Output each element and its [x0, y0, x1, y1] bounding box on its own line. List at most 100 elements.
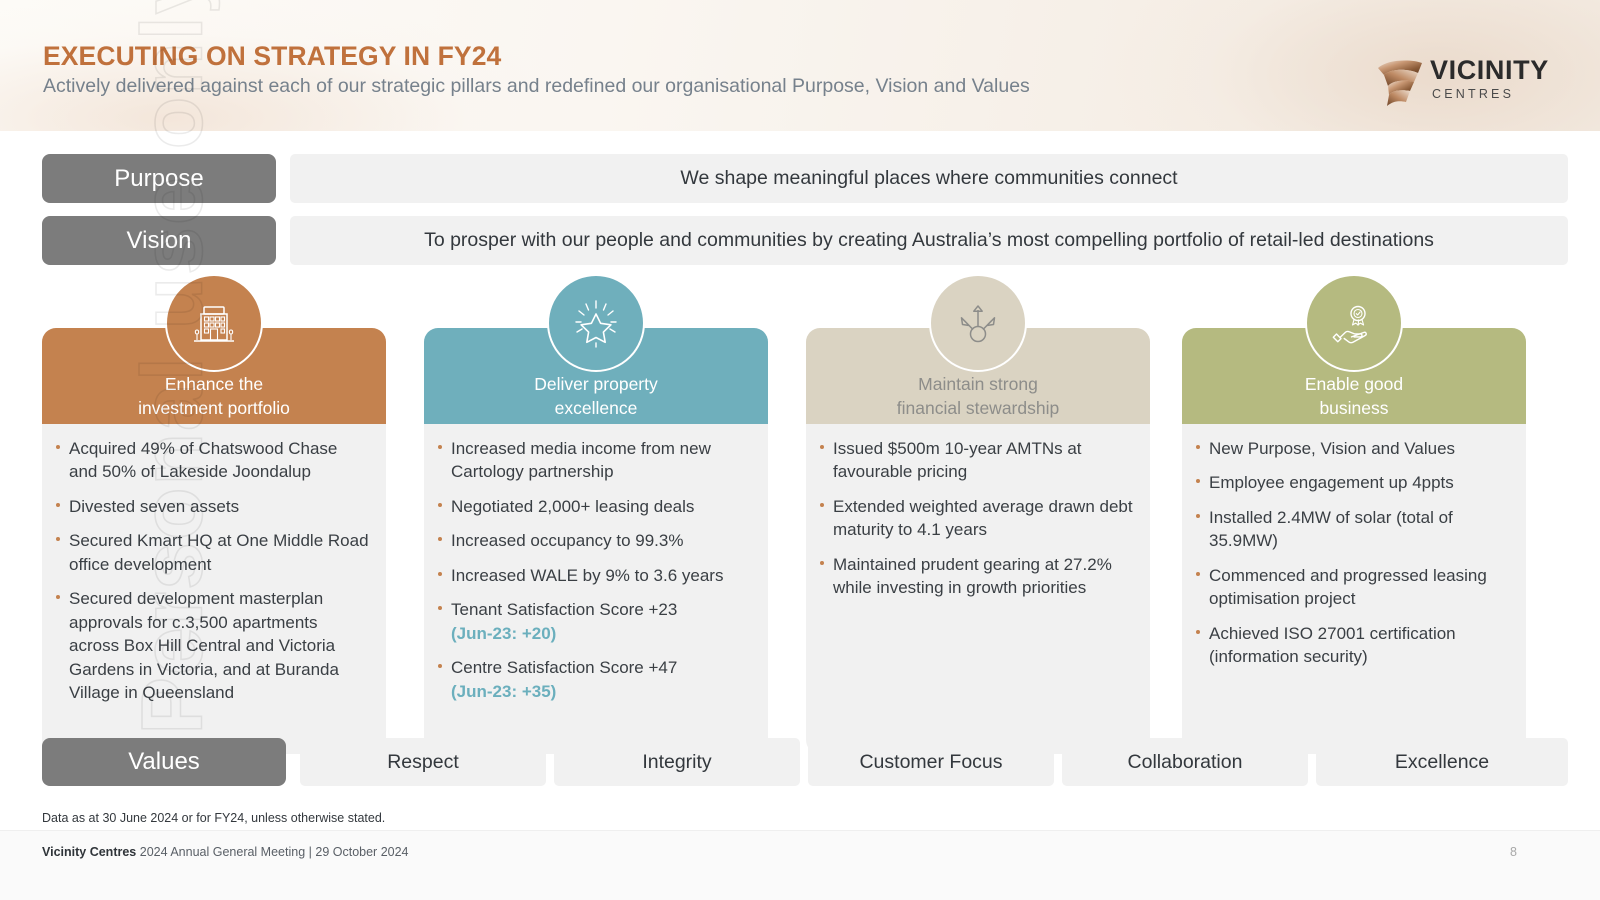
pillar-header: Maintain strong financial stewardship — [806, 274, 1150, 424]
pillar-title-line1: Enhance the — [164, 374, 264, 394]
list-item-text: Increased WALE by 9% to 3.6 years — [451, 565, 724, 585]
list-item: Centre Satisfaction Score +47 (Jun-23: +3… — [436, 656, 752, 703]
list-item: Commenced and progressed leasing optimis… — [1194, 564, 1510, 611]
pillar-body: Acquired 49% of Chatswood Chase and 50% … — [42, 424, 386, 754]
list-item-text: Increased media income from new Cartolog… — [451, 439, 711, 482]
bullet-dot — [1196, 479, 1200, 484]
list-item-text: Maintained prudent gearing at 27.2% whil… — [833, 554, 1112, 598]
hand-award-icon — [1305, 274, 1403, 372]
list-item-text: Divested seven assets — [69, 496, 240, 516]
pillar-body: Issued $500m 10-year AMTNs at favourable… — [806, 424, 1150, 754]
purpose-label: Purpose — [42, 154, 276, 203]
pillar-title-line1: Deliver property — [534, 374, 658, 394]
list-item: Secured development masterplan approvals… — [54, 587, 370, 704]
pillar-deliver-property-excellence: Deliver property excellence Increased me… — [424, 274, 768, 754]
footer-meeting: 2024 Annual General Meeting — [139, 845, 306, 859]
list-item: Increased occupancy to 99.3% — [436, 529, 752, 552]
list-item: Achieved ISO 27001 certification (inform… — [1194, 622, 1510, 669]
list-item-text: Achieved ISO 27001 certification (inform… — [1209, 623, 1456, 667]
footer-separator: | — [308, 845, 312, 859]
logo-wordmark: VICINITY — [1430, 55, 1549, 85]
list-item-note: (Jun-23: +35) — [451, 681, 557, 701]
list-item-text: Secured Kmart HQ at One Middle Road offi… — [69, 531, 369, 574]
list-item: New Purpose, Vision and Values — [1194, 437, 1510, 460]
list-item-text: Acquired 49% of Chatswood Chase and 50% … — [69, 439, 338, 482]
bullet-dot — [438, 571, 442, 576]
list-item: Acquired 49% of Chatswood Chase and 50% … — [54, 437, 370, 484]
bullet-dot — [820, 445, 824, 449]
pillar-title-line2: investment portfolio — [138, 397, 290, 418]
page-subtitle: Actively delivered against each of our s… — [43, 75, 1030, 97]
pillar-title-line1: Maintain strong — [918, 374, 1038, 394]
list-item: Divested seven assets — [54, 495, 370, 518]
list-item-text: Installed 2.4MW of solar (total of 35.9M… — [1209, 507, 1453, 551]
pillar-header: Enable good business — [1182, 274, 1526, 424]
purpose-statement: We shape meaningful places where communi… — [290, 154, 1568, 203]
footer-bar — [0, 830, 1600, 900]
bullet-dot — [56, 595, 60, 600]
list-item: Installed 2.4MW of solar (total of 35.9M… — [1194, 506, 1510, 553]
list-item: Increased WALE by 9% to 3.6 years — [436, 564, 752, 587]
list-item: Employee engagement up 4ppts — [1194, 471, 1510, 494]
pillar-maintain-financial-stewardship: Maintain strong financial stewardship Is… — [806, 274, 1150, 754]
list-item: Increased media income from new Cartolog… — [436, 437, 752, 484]
list-item: Issued $500m 10-year AMTNs at favourable… — [818, 437, 1134, 484]
list-item-text: Increased occupancy to 99.3% — [451, 531, 684, 551]
list-item-text: Centre Satisfaction Score +47 — [451, 658, 678, 678]
logo-subword: CENTRES — [1432, 87, 1515, 101]
slide-header: EXECUTING ON STRATEGY IN FY24 Actively d… — [0, 0, 1600, 131]
bullet-dot — [56, 445, 60, 449]
list-item-text: Commenced and progressed leasing optimis… — [1209, 565, 1487, 609]
pillar-header: Deliver property excellence — [424, 274, 768, 424]
list-item-text: Employee engagement up 4ppts — [1209, 473, 1454, 493]
bullet-dot — [1196, 571, 1200, 576]
list-item-text: New Purpose, Vision and Values — [1209, 439, 1456, 458]
bullet-dot — [438, 606, 442, 611]
footnote: Data as at 30 June 2024 or for FY24, unl… — [42, 811, 386, 825]
pillar-title-line2: financial stewardship — [896, 397, 1060, 418]
pillar-header: Enhance the investment portfolio — [42, 274, 386, 424]
list-item-text: Extended weighted average drawn debt mat… — [833, 496, 1133, 540]
bullet-dot — [1196, 445, 1200, 449]
value-chip-integrity: Integrity — [554, 738, 800, 786]
list-item: Negotiated 2,000+ leasing deals — [436, 495, 752, 518]
vision-row: Vision To prosper with our people and co… — [42, 216, 1568, 265]
pillar-title-line2: business — [1319, 397, 1389, 418]
pillar-enhance-investment-portfolio: Enhance the investment portfolio Acquire… — [42, 274, 386, 754]
bullet-dot — [438, 445, 442, 449]
list-item-text: Secured development masterplan approvals… — [69, 589, 339, 703]
value-chip-excellence: Excellence — [1316, 738, 1568, 786]
bullet-dot — [1196, 629, 1200, 634]
pillar-enable-good-business: Enable good business New Purpose, Vision… — [1182, 274, 1526, 754]
bullet-dot — [56, 502, 60, 507]
pillar-title-line2: excellence — [554, 397, 638, 418]
footer-text: Vicinity Centres 2024 Annual General Mee… — [42, 845, 409, 859]
footer-date: 29 October 2024 — [315, 845, 409, 859]
list-item: Tenant Satisfaction Score +23 (Jun-23: +2… — [436, 598, 752, 645]
ribbon-swirl-icon — [1378, 60, 1422, 106]
bullet-dot — [56, 537, 60, 542]
value-chip-respect: Respect — [300, 738, 546, 786]
bullet-dot — [438, 502, 442, 507]
vision-statement: To prosper with our people and communiti… — [290, 216, 1568, 265]
vision-label: Vision — [42, 216, 276, 265]
pillar-body: Increased media income from new Cartolog… — [424, 424, 768, 754]
bullet-dot — [1196, 513, 1200, 518]
list-item: Secured Kmart HQ at One Middle Road offi… — [54, 529, 370, 576]
footer-brand: Vicinity Centres — [42, 845, 137, 859]
list-item: Maintained prudent gearing at 27.2% whil… — [818, 553, 1134, 600]
list-item-text: Tenant Satisfaction Score +23 — [451, 600, 678, 620]
vicinity-logo: VICINITY CENTRES — [1372, 55, 1548, 113]
values-label: Values — [42, 738, 286, 786]
bullet-dot — [820, 502, 824, 507]
value-chip-collaboration: Collaboration — [1062, 738, 1308, 786]
list-item-note: (Jun-23: +20) — [451, 623, 557, 643]
purpose-row: Purpose We shape meaningful places where… — [42, 154, 1568, 203]
value-chip-customer-focus: Customer Focus — [808, 738, 1054, 786]
list-item: Extended weighted average drawn debt mat… — [818, 495, 1134, 542]
pillar-body: New Purpose, Vision and Values Employee … — [1182, 424, 1526, 754]
slide: EXECUTING ON STRATEGY IN FY24 Actively d… — [0, 0, 1600, 900]
bullet-dot — [438, 664, 442, 669]
list-item-text: Negotiated 2,000+ leasing deals — [451, 496, 695, 516]
bullet-dot — [438, 537, 442, 542]
